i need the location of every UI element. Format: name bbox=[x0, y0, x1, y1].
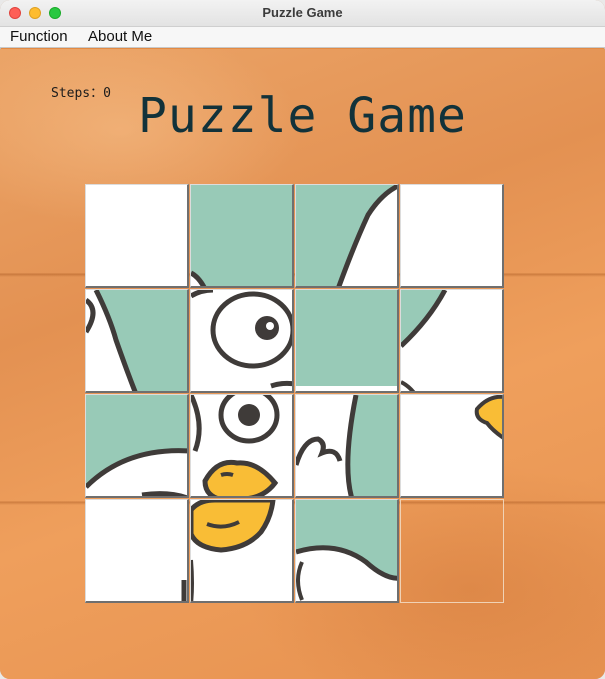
empty-slot[interactable] bbox=[400, 499, 504, 603]
game-heading: Puzzle Game bbox=[138, 88, 467, 144]
puzzle-tile[interactable] bbox=[400, 184, 504, 288]
puzzle-tile[interactable] bbox=[295, 499, 399, 603]
puzzle-tile[interactable] bbox=[295, 289, 399, 393]
puzzle-tile[interactable] bbox=[190, 289, 294, 393]
menu-bar: Function About Me bbox=[0, 27, 605, 48]
puzzle-grid bbox=[85, 184, 505, 603]
puzzle-tile[interactable] bbox=[85, 499, 189, 603]
menu-about-me[interactable]: About Me bbox=[88, 28, 152, 45]
puzzle-tile[interactable] bbox=[85, 289, 189, 393]
puzzle-tile[interactable] bbox=[190, 184, 294, 288]
puzzle-tile[interactable] bbox=[295, 394, 399, 498]
window-title: Puzzle Game bbox=[262, 5, 343, 20]
puzzle-tile[interactable] bbox=[85, 394, 189, 498]
puzzle-tile[interactable] bbox=[400, 289, 504, 393]
puzzle-tile[interactable] bbox=[400, 394, 504, 498]
steps-counter: Steps：0 bbox=[51, 86, 111, 101]
puzzle-tile[interactable] bbox=[85, 184, 189, 288]
title-bar: Puzzle Game bbox=[0, 0, 605, 27]
app-window: Puzzle Game Function About Me Steps：0 Pu… bbox=[0, 0, 605, 679]
puzzle-tile[interactable] bbox=[190, 394, 294, 498]
puzzle-tile[interactable] bbox=[295, 184, 399, 288]
puzzle-tile[interactable] bbox=[190, 499, 294, 603]
menu-function[interactable]: Function bbox=[10, 28, 68, 45]
